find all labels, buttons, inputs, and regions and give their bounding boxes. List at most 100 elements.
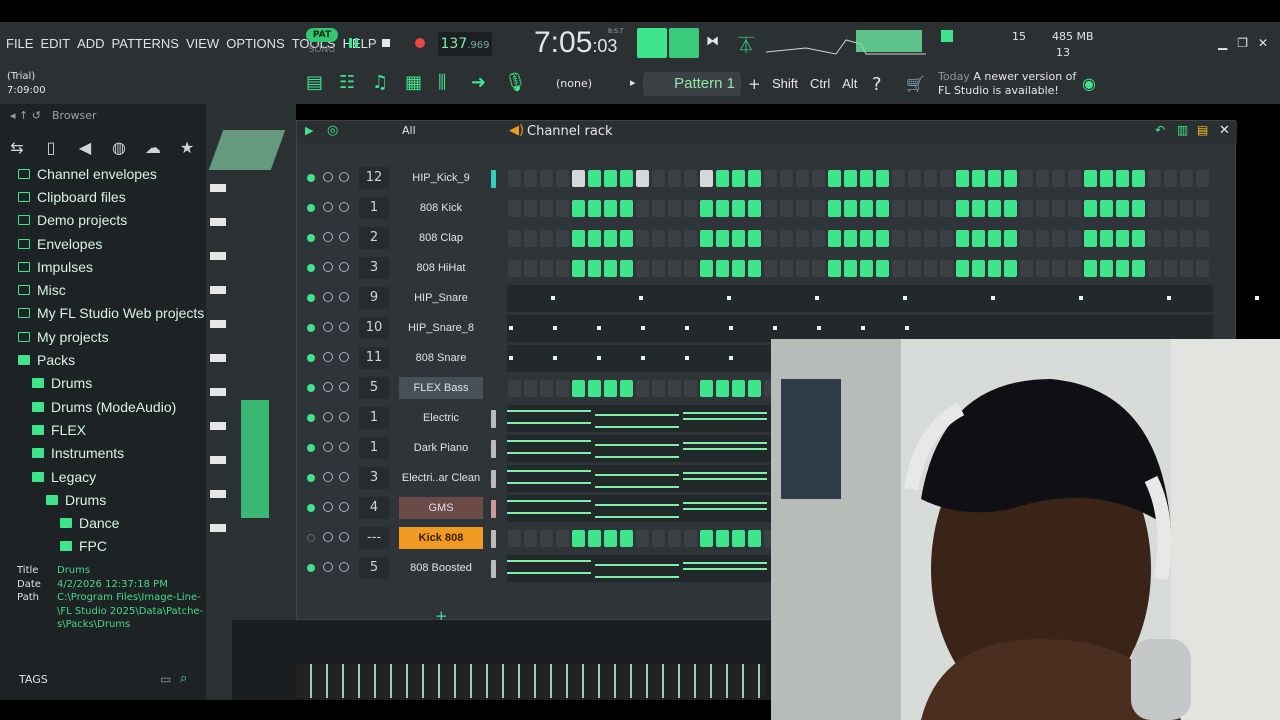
step-button[interactable] <box>1132 200 1145 217</box>
step-button[interactable] <box>572 260 585 277</box>
menu-edit[interactable]: EDIT <box>40 36 70 51</box>
step-button[interactable] <box>540 530 553 547</box>
mixer-track-number[interactable]: 9 <box>359 287 389 309</box>
volume-knob[interactable] <box>339 562 349 572</box>
step-button[interactable] <box>1068 200 1081 217</box>
step-button[interactable] <box>556 530 569 547</box>
step-button[interactable] <box>780 230 793 247</box>
browser-item[interactable]: Dance <box>12 511 206 534</box>
channel-select-bar[interactable] <box>491 170 496 188</box>
channel-filter[interactable]: All <box>402 124 416 137</box>
step-button[interactable] <box>1052 200 1065 217</box>
mute-led[interactable] <box>307 414 315 422</box>
step-button[interactable] <box>988 170 1001 187</box>
volume-knob[interactable] <box>339 292 349 302</box>
channel-row[interactable]: 3 808 HiHat <box>297 253 1237 283</box>
file-icon[interactable]: ▯ <box>34 134 68 160</box>
browser-nav-icons[interactable]: ◂ ↑ ↺ <box>10 109 41 122</box>
mini-keyboard[interactable] <box>210 172 226 532</box>
pattern-selector-none[interactable]: (none) <box>556 77 592 90</box>
metronome-toggle[interactable] <box>669 28 699 58</box>
mute-led[interactable] <box>307 174 315 182</box>
step-button[interactable] <box>684 170 697 187</box>
step-button[interactable] <box>716 170 729 187</box>
step-button[interactable] <box>636 200 649 217</box>
mute-led[interactable] <box>307 534 315 542</box>
piano-roll-icon[interactable]: ♫ <box>372 72 396 96</box>
step-button[interactable] <box>1084 200 1097 217</box>
mixer-icon[interactable]: ⫼ <box>438 72 462 96</box>
step-button[interactable] <box>844 200 857 217</box>
mute-led[interactable] <box>307 204 315 212</box>
wait-icon[interactable]: ⧓ <box>706 34 719 49</box>
step-button[interactable] <box>1036 170 1049 187</box>
maximize-icon[interactable]: ❐ <box>1237 36 1248 50</box>
step-button[interactable] <box>620 230 633 247</box>
step-button[interactable] <box>716 230 729 247</box>
globe-icon[interactable]: ◍ <box>102 134 136 160</box>
song-position[interactable]: 7:05:03 <box>534 26 617 60</box>
step-button[interactable] <box>732 530 745 547</box>
step-button[interactable] <box>940 200 953 217</box>
step-button[interactable] <box>844 230 857 247</box>
step-button[interactable] <box>940 170 953 187</box>
step-button[interactable] <box>1148 170 1161 187</box>
all-icon[interactable]: ⇆ <box>0 134 34 160</box>
step-button[interactable] <box>748 380 761 397</box>
browser-item[interactable]: Drums (ModeAudio) <box>12 395 206 418</box>
play-icon[interactable]: ▶ <box>305 124 313 137</box>
step-button[interactable] <box>892 200 905 217</box>
step-button[interactable] <box>988 260 1001 277</box>
step-button[interactable] <box>956 230 969 247</box>
step-button[interactable] <box>892 260 905 277</box>
step-button[interactable] <box>988 230 1001 247</box>
step-button[interactable] <box>764 260 777 277</box>
step-button[interactable] <box>796 170 809 187</box>
step-button[interactable] <box>572 200 585 217</box>
channel-name-button[interactable]: Dark Piano <box>399 437 483 459</box>
step-button[interactable] <box>972 230 985 247</box>
playlist-icon[interactable]: ▤ <box>306 72 330 96</box>
step-button[interactable] <box>668 200 681 217</box>
channel-name-button[interactable]: Electri..ar Clean <box>399 467 483 489</box>
step-button[interactable] <box>604 260 617 277</box>
step-button[interactable] <box>716 530 729 547</box>
mini-piano-roll[interactable] <box>507 285 1259 312</box>
volume-knob[interactable] <box>339 322 349 332</box>
channel-select-bar[interactable] <box>491 530 496 548</box>
arrow-right-icon[interactable]: ▸ <box>630 76 636 89</box>
step-button[interactable] <box>1132 260 1145 277</box>
step-button[interactable] <box>620 530 633 547</box>
step-button[interactable] <box>1180 230 1193 247</box>
mute-led[interactable] <box>307 234 315 242</box>
step-button[interactable] <box>732 260 745 277</box>
step-button[interactable] <box>908 170 921 187</box>
step-button[interactable] <box>860 200 873 217</box>
mixer-track-number[interactable]: 5 <box>359 557 389 579</box>
mixer-track-number[interactable]: 1 <box>359 437 389 459</box>
search-icon[interactable]: ⌕ <box>180 671 187 686</box>
mute-led[interactable] <box>307 294 315 302</box>
channel-name-button[interactable]: HIP_Kick_9 <box>399 167 483 189</box>
volume-knob[interactable] <box>339 532 349 542</box>
step-button[interactable] <box>588 260 601 277</box>
step-button[interactable] <box>972 200 985 217</box>
menu-view[interactable]: VIEW <box>186 36 219 51</box>
step-sequencer[interactable] <box>508 170 1212 187</box>
volume-knob[interactable] <box>339 382 349 392</box>
step-button[interactable] <box>652 200 665 217</box>
step-button[interactable] <box>1004 230 1017 247</box>
step-button[interactable] <box>1004 170 1017 187</box>
step-button[interactable] <box>620 200 633 217</box>
step-button[interactable] <box>924 200 937 217</box>
step-button[interactable] <box>876 230 889 247</box>
volume-knob[interactable] <box>339 502 349 512</box>
step-button[interactable] <box>1084 260 1097 277</box>
step-button[interactable] <box>636 380 649 397</box>
channel-select-bar[interactable] <box>491 410 496 428</box>
channel-select-bar[interactable] <box>491 470 496 488</box>
mixer-track-number[interactable]: 5 <box>359 377 389 399</box>
step-button[interactable] <box>956 200 969 217</box>
step-button[interactable] <box>1052 170 1065 187</box>
step-button[interactable] <box>684 230 697 247</box>
